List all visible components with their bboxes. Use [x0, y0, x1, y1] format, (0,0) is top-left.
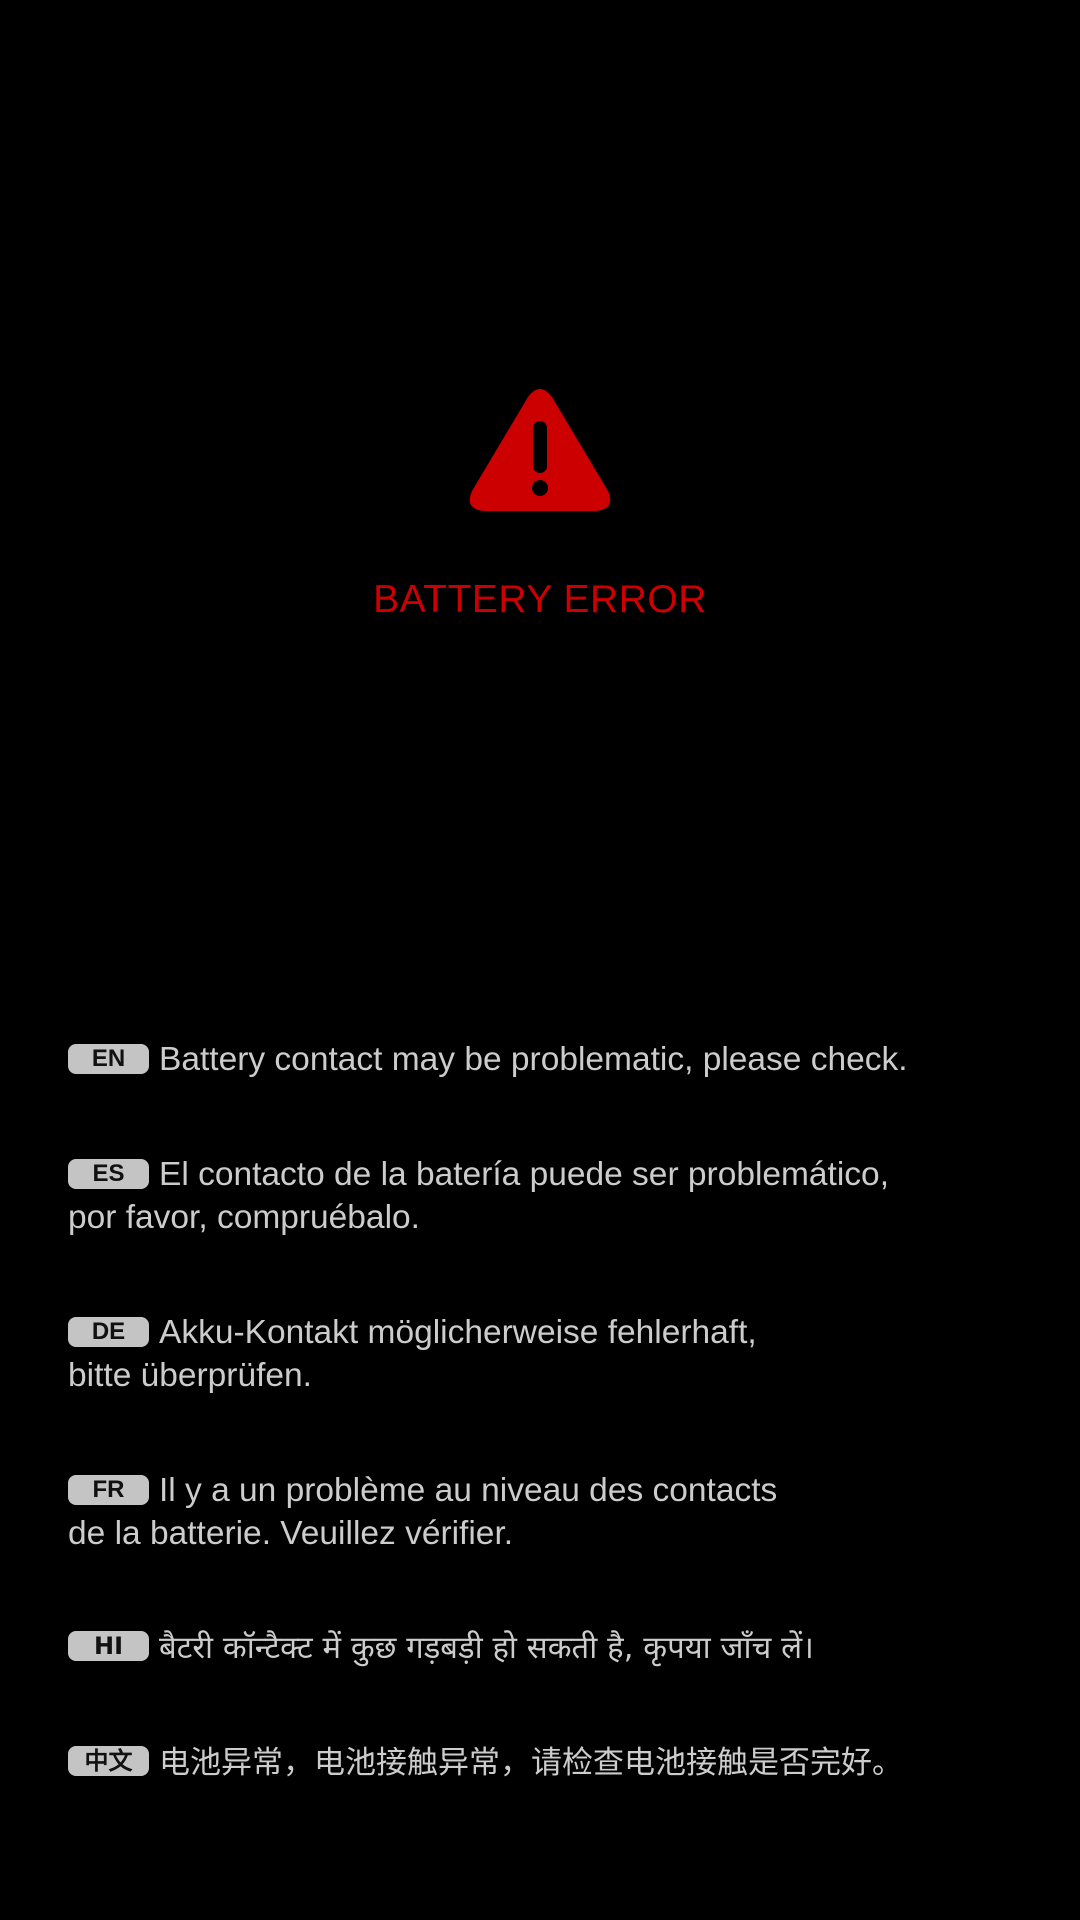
message-hi: HI बैटरी कॉन्टैक्ट में कुछ गड़बड़ी हो सकत…	[68, 1627, 1048, 1670]
error-messages: EN Battery contact may be problematic, pl…	[68, 1038, 1048, 1785]
message-de: DE Akku-Kontakt möglicherweise fehlerhaft…	[68, 1311, 1048, 1397]
warning-triangle-icon	[469, 389, 611, 511]
message-en: EN Battery contact may be problematic, pl…	[68, 1038, 1048, 1081]
lang-badge-en: EN	[68, 1044, 149, 1074]
message-fr: FR Il y a un problème au niveau des conta…	[68, 1469, 1048, 1555]
lang-badge-de: DE	[68, 1317, 149, 1347]
message-text-de: Akku-Kontakt möglicherweise fehlerhaft, …	[68, 1314, 757, 1394]
lang-badge-fr: FR	[68, 1475, 149, 1505]
message-text-hi: बैटरी कॉन्टैक्ट में कुछ गड़बड़ी हो सकती …	[159, 1630, 814, 1666]
lang-badge-zh: 中文	[68, 1746, 149, 1776]
message-text-es: El contacto de la batería puede ser prob…	[68, 1156, 889, 1236]
lang-badge-es: ES	[68, 1159, 149, 1189]
message-text-en: Battery contact may be problematic, plea…	[159, 1041, 908, 1078]
message-text-zh: 电池异常，电池接触异常，请检查电池接触是否完好。	[159, 1745, 903, 1781]
lang-badge-hi: HI	[68, 1631, 149, 1661]
message-text-fr: Il y a un problème au niveau des contact…	[68, 1472, 778, 1552]
message-zh: 中文 电池异常，电池接触异常，请检查电池接触是否完好。	[68, 1742, 1048, 1785]
error-title: BATTERY ERROR	[373, 578, 707, 621]
message-es: ES El contacto de la batería puede ser pr…	[68, 1153, 1048, 1239]
